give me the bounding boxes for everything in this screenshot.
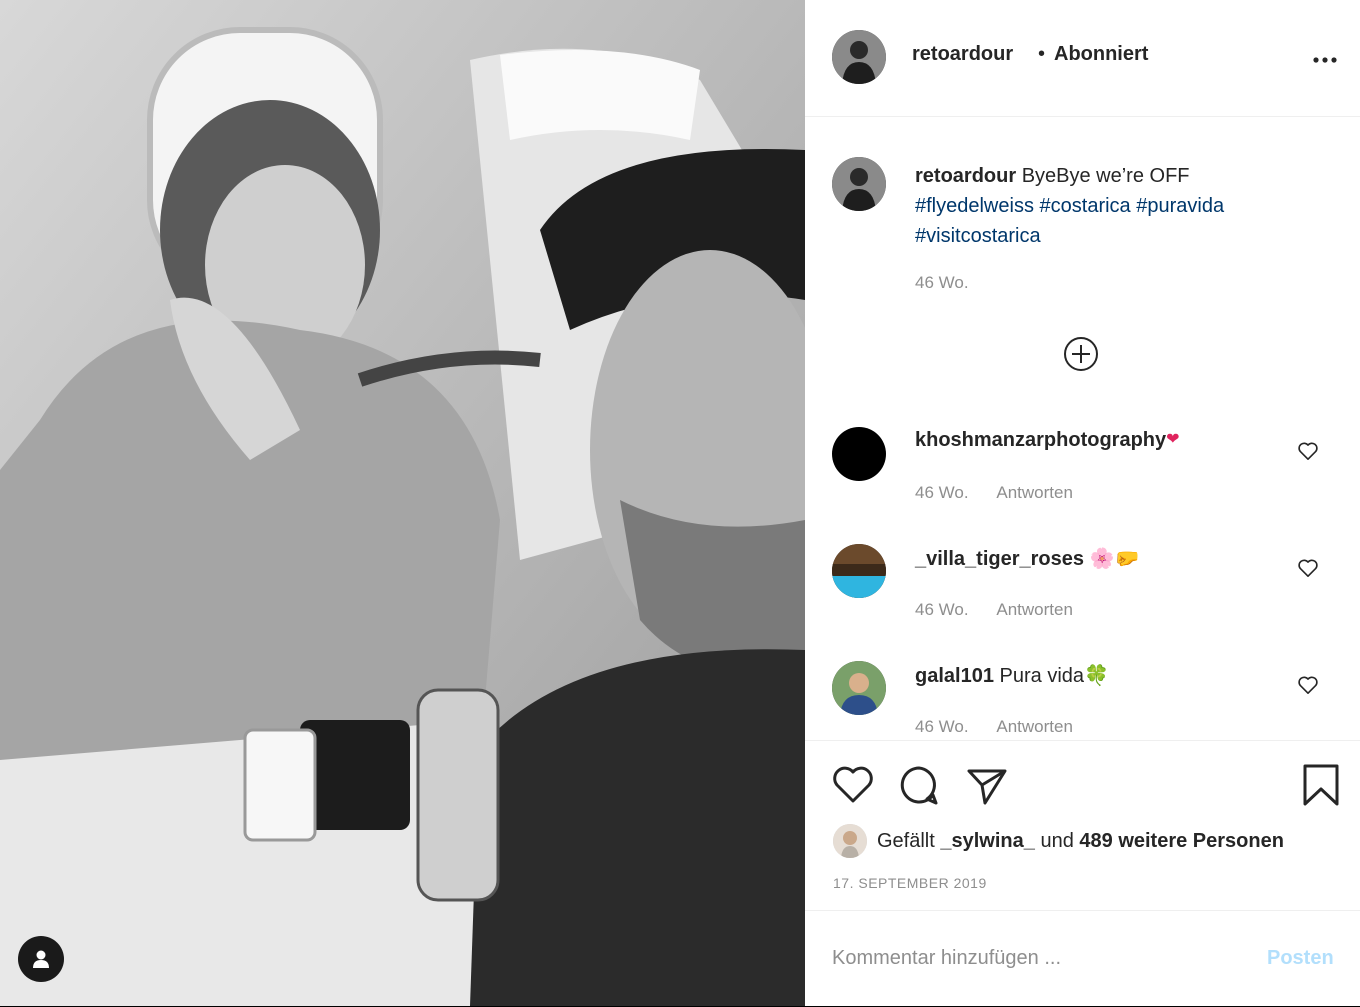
like-comment-heart-icon[interactable] — [1297, 441, 1319, 461]
commenter-username[interactable]: khoshmanzarphotography — [915, 429, 1166, 451]
likes-prefix: Gefällt — [877, 829, 935, 852]
caption-text: retoardour ByeBye we’re OFF #flyedelweis… — [915, 161, 1315, 251]
follow-status-button[interactable]: Abonniert — [1054, 43, 1148, 66]
reply-button[interactable]: Antworten — [996, 717, 1073, 736]
comment-item: galal101 Pura vida🍀 46 Wo. Antworten — [805, 661, 1360, 740]
save-bookmark-icon[interactable] — [1299, 763, 1343, 807]
caption-avatar-image — [832, 157, 886, 211]
reply-button[interactable]: Antworten — [996, 483, 1073, 502]
like-comment-heart-icon[interactable] — [1297, 675, 1319, 695]
comment-emoji: ❤ — [1166, 431, 1180, 448]
post-actions: Gefällt _sylwina_ und 489 weitere Person… — [805, 740, 1360, 911]
commenter-avatar[interactable] — [832, 427, 886, 481]
caption-username[interactable]: retoardour — [915, 165, 1016, 187]
comment-emoji: 🍀 — [1084, 665, 1109, 687]
photo-image — [0, 0, 805, 1006]
comment-meta: 46 Wo. Antworten — [915, 600, 1097, 620]
comment-body: Pura vida — [999, 665, 1085, 687]
author-avatar-image — [832, 30, 886, 84]
comment-time[interactable]: 46 Wo. — [915, 483, 969, 502]
more-options-icon[interactable] — [1313, 44, 1337, 70]
comment-text: _villa_tiger_roses 🌸🤛 — [915, 546, 1139, 571]
liker-avatar-image — [833, 824, 867, 858]
author-username[interactable]: retoardour — [912, 43, 1013, 66]
user-icon — [33, 950, 49, 968]
hashtag-link[interactable]: #visitcostarica — [915, 225, 1041, 247]
like-comment-heart-icon[interactable] — [1297, 558, 1319, 578]
comment-item: _villa_tiger_roses 🌸🤛 46 Wo. Antworten — [805, 544, 1360, 654]
comment-time[interactable]: 46 Wo. — [915, 717, 969, 736]
like-heart-icon[interactable] — [831, 763, 875, 807]
hashtag-link[interactable]: #costarica — [1040, 195, 1131, 217]
galal-avatar-image — [832, 661, 886, 715]
instagram-post-modal: retoardour • Abonniert retoardour ByeBye… — [0, 0, 1360, 1006]
post-date[interactable]: 17. SEPTEMBER 2019 — [833, 875, 987, 891]
commenter-avatar[interactable] — [832, 544, 886, 598]
author-avatar[interactable] — [832, 30, 886, 84]
caption-author-avatar[interactable] — [832, 157, 886, 211]
villa-avatar-image — [832, 544, 886, 598]
post-header: retoardour • Abonniert — [805, 0, 1360, 117]
comment-text: khoshmanzarphotography❤ — [915, 429, 1180, 452]
commenter-username[interactable]: galal101 — [915, 665, 994, 687]
caption-body: ByeBye we’re OFF — [1021, 165, 1190, 187]
comment-item: khoshmanzarphotography❤ 46 Wo. Antworten — [805, 427, 1360, 537]
comment-bubble-icon[interactable] — [897, 763, 941, 807]
tagged-users-button[interactable] — [18, 936, 64, 982]
comment-emoji: 🌸🤛 — [1089, 548, 1140, 570]
more-dots — [1313, 57, 1337, 63]
likes-count-link[interactable]: 489 weitere Personen — [1079, 830, 1284, 853]
comment-meta: 46 Wo. Antworten — [915, 483, 1097, 503]
liker-username[interactable]: _sylwina_ — [940, 830, 1035, 853]
comment-meta: 46 Wo. Antworten — [915, 717, 1097, 737]
caption-time[interactable]: 46 Wo. — [915, 273, 969, 293]
likes-summary: Gefällt _sylwina_ und 489 weitere Person… — [833, 823, 1284, 859]
comment-text: galal101 Pura vida🍀 — [915, 663, 1109, 688]
post-side-panel: retoardour • Abonniert retoardour ByeBye… — [805, 0, 1360, 1006]
comment-time[interactable]: 46 Wo. — [915, 600, 969, 619]
plus-circle-icon[interactable] — [1063, 336, 1099, 372]
commenter-username[interactable]: _villa_tiger_roses — [915, 548, 1084, 570]
add-comment-bar: Kommentar hinzufügen ... Posten — [805, 910, 1360, 1007]
share-send-icon[interactable] — [965, 763, 1009, 807]
commenter-avatar[interactable] — [832, 661, 886, 715]
hashtag-link[interactable]: #flyedelweiss — [915, 195, 1034, 217]
header-separator: • — [1038, 43, 1046, 65]
hashtag-link[interactable]: #puravida — [1136, 195, 1224, 217]
reply-button[interactable]: Antworten — [996, 600, 1073, 619]
likes-middle: und — [1040, 829, 1074, 852]
comment-input[interactable]: Kommentar hinzufügen ... — [832, 947, 1061, 970]
post-comment-button[interactable]: Posten — [1267, 947, 1334, 970]
post-photo[interactable] — [0, 0, 805, 1006]
liker-avatar[interactable] — [833, 824, 867, 858]
comments-section: retoardour ByeBye we’re OFF #flyedelweis… — [805, 117, 1360, 740]
